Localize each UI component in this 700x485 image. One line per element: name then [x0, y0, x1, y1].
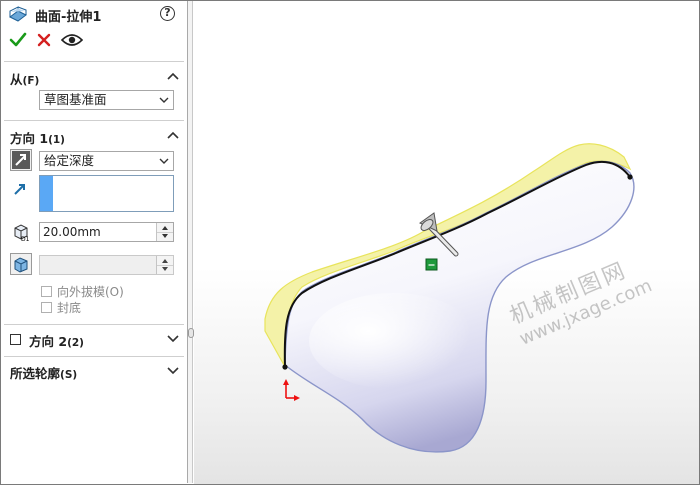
detailed-preview-button[interactable]	[61, 33, 83, 47]
section-direction2-header[interactable]: 方向 2(2)	[29, 331, 84, 350]
feature-titlebar: 曲面-拉伸1 ?	[1, 1, 187, 27]
feature-title: 曲面-拉伸1	[35, 10, 102, 25]
depth-spinner[interactable]	[156, 223, 173, 241]
reverse-direction-icon	[12, 151, 30, 169]
graphics-viewport[interactable]: 机械制图网 www.jxage.com	[194, 1, 699, 484]
section-selected-contours-header[interactable]: 所选轮廓(S)	[10, 363, 77, 382]
surface-highlight	[309, 293, 479, 389]
separator	[4, 120, 184, 121]
depth-dimension-icon: D1	[14, 224, 30, 242]
end-condition-select[interactable]: 给定深度	[39, 151, 174, 171]
spin-down-icon	[162, 267, 168, 271]
separator	[4, 356, 184, 357]
spin-down-icon[interactable]	[157, 232, 173, 241]
close-icon	[37, 33, 51, 47]
start-condition-select[interactable]: 草图基准面	[39, 90, 174, 110]
action-bar	[7, 31, 177, 53]
separator	[4, 61, 184, 62]
draft-outward-label: 向外拔模(O)	[57, 285, 124, 299]
chevron-up-icon[interactable]	[167, 131, 179, 139]
model-view	[264, 143, 635, 453]
cap-end-label: 封底	[57, 301, 82, 315]
section-direction1-title: 方向 1	[10, 131, 49, 146]
draft-toggle-button[interactable]	[10, 253, 32, 275]
separator	[4, 324, 184, 325]
eye-icon	[61, 34, 83, 46]
depth-marker-icon[interactable]	[425, 258, 438, 271]
panel-splitter[interactable]	[188, 1, 193, 483]
chevron-down-icon	[159, 158, 169, 164]
reverse-direction-button[interactable]	[10, 149, 32, 171]
cancel-button[interactable]	[36, 32, 52, 48]
end-condition-value: 给定深度	[44, 153, 95, 168]
draft-angle-input	[39, 255, 174, 275]
help-icon: ?	[164, 6, 171, 19]
section-selected-contours-key: (S)	[60, 369, 78, 381]
draft-angle-spinner	[156, 256, 173, 274]
section-direction1-key: (1)	[48, 134, 65, 146]
depth-input[interactable]: 20.00mm	[39, 222, 174, 242]
active-selection-indicator	[40, 176, 53, 211]
section-direction2-key: (2)	[67, 337, 84, 349]
chevron-up-icon[interactable]	[167, 72, 179, 80]
contour-endpoint[interactable]	[282, 364, 288, 370]
section-from-key: (F)	[22, 75, 40, 87]
direction-vector-icon	[14, 184, 25, 195]
contour-endpoint[interactable]	[627, 174, 633, 180]
property-manager-panel: 曲面-拉伸1 ? 从(F) 草图基准面 方向 1(1) 给定深度 D1 20.0…	[1, 1, 188, 483]
surface-extrude-icon	[9, 6, 27, 22]
svg-text:D1: D1	[21, 236, 30, 242]
chevron-down-icon[interactable]	[167, 367, 179, 375]
section-direction1-header[interactable]: 方向 1(1)	[10, 128, 65, 147]
section-from-header[interactable]: 从(F)	[10, 69, 39, 88]
cap-end-checkbox[interactable]	[41, 302, 52, 313]
help-button[interactable]: ?	[160, 6, 175, 21]
chevron-down-icon	[159, 97, 169, 103]
section-from-title: 从	[10, 72, 23, 87]
direction2-checkbox[interactable]	[10, 334, 21, 345]
depth-value: 20.00mm	[43, 225, 101, 239]
draft-icon	[14, 257, 28, 273]
section-direction2-title: 方向 2	[29, 334, 68, 349]
section-selected-contours-title: 所选轮廓	[10, 366, 61, 381]
draft-outward-checkbox	[41, 286, 52, 297]
direction-reference-list[interactable]	[39, 175, 174, 212]
origin-triad-icon	[283, 379, 300, 401]
start-condition-value: 草图基准面	[44, 92, 107, 107]
chevron-down-icon[interactable]	[167, 335, 179, 343]
ok-button[interactable]	[9, 31, 27, 49]
check-icon	[9, 32, 27, 47]
